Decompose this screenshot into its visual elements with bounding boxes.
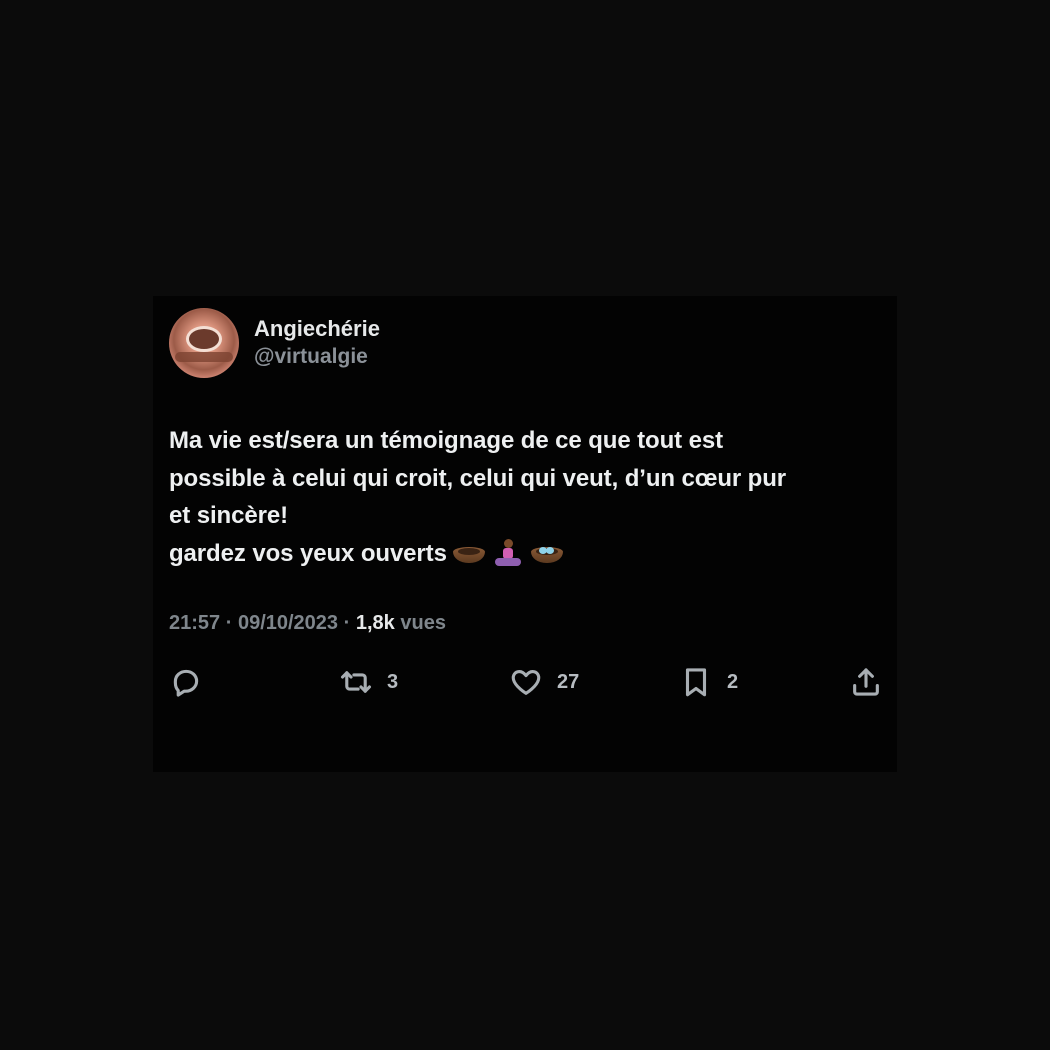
avatar-detail [175, 352, 233, 362]
like-button[interactable]: 27 [509, 665, 629, 699]
avatar-detail [186, 326, 222, 352]
retweet-button[interactable]: 3 [339, 665, 459, 699]
person-in-lotus-position-icon [493, 538, 523, 570]
meta-separator: · [225, 612, 233, 634]
tweet-time[interactable]: 21:57 [169, 612, 220, 634]
meta-separator: · [343, 612, 351, 634]
tweet-text-line: Ma vie est/sera un témoignage de ce que … [169, 427, 724, 454]
tweet-text-line: et sincère! [169, 502, 288, 529]
screen-background: Angiechérie @virtualgie Ma vie est/sera … [0, 0, 1050, 1050]
bookmark-icon [685, 668, 707, 697]
tweet-meta: 21:57 · 09/10/2023 · 1,8k vues [169, 612, 446, 635]
tweet-date[interactable]: 09/10/2023 [238, 612, 338, 634]
author-names: Angiechérie @virtualgie [254, 315, 380, 371]
tweet-text: Ma vie est/sera un témoignage de ce que … [169, 422, 881, 572]
reply-icon [173, 669, 199, 697]
heart-icon [511, 669, 541, 695]
emoji-group [452, 538, 563, 570]
tweet-text-line-with-emojis: gardez vos yeux ouverts [169, 535, 881, 573]
views-count: 1,8k [355, 612, 395, 634]
nest-with-eggs-icon [452, 543, 485, 565]
tweet-actions: 3 27 2 [169, 662, 883, 702]
bookmark-count: 2 [727, 670, 739, 693]
views-label: vues [400, 612, 446, 634]
bookmark-button[interactable]: 2 [679, 665, 799, 699]
tweet-card[interactable]: Angiechérie @virtualgie Ma vie est/sera … [153, 296, 897, 772]
tweet-text-line: gardez vos yeux ouverts [169, 539, 447, 567]
retweet-icon [340, 671, 372, 693]
retweet-count: 3 [387, 670, 399, 693]
user-handle[interactable]: @virtualgie [254, 343, 380, 371]
share-icon [853, 668, 879, 696]
avatar[interactable] [169, 308, 239, 378]
nest-with-eggs-icon [530, 543, 563, 565]
like-count: 27 [557, 670, 580, 693]
display-name[interactable]: Angiechérie [254, 315, 380, 343]
tweet-text-line: possible à celui qui croit, celui qui ve… [169, 464, 787, 492]
share-button[interactable] [849, 665, 883, 699]
reply-button[interactable] [169, 665, 289, 699]
tweet-header: Angiechérie @virtualgie [169, 308, 881, 378]
